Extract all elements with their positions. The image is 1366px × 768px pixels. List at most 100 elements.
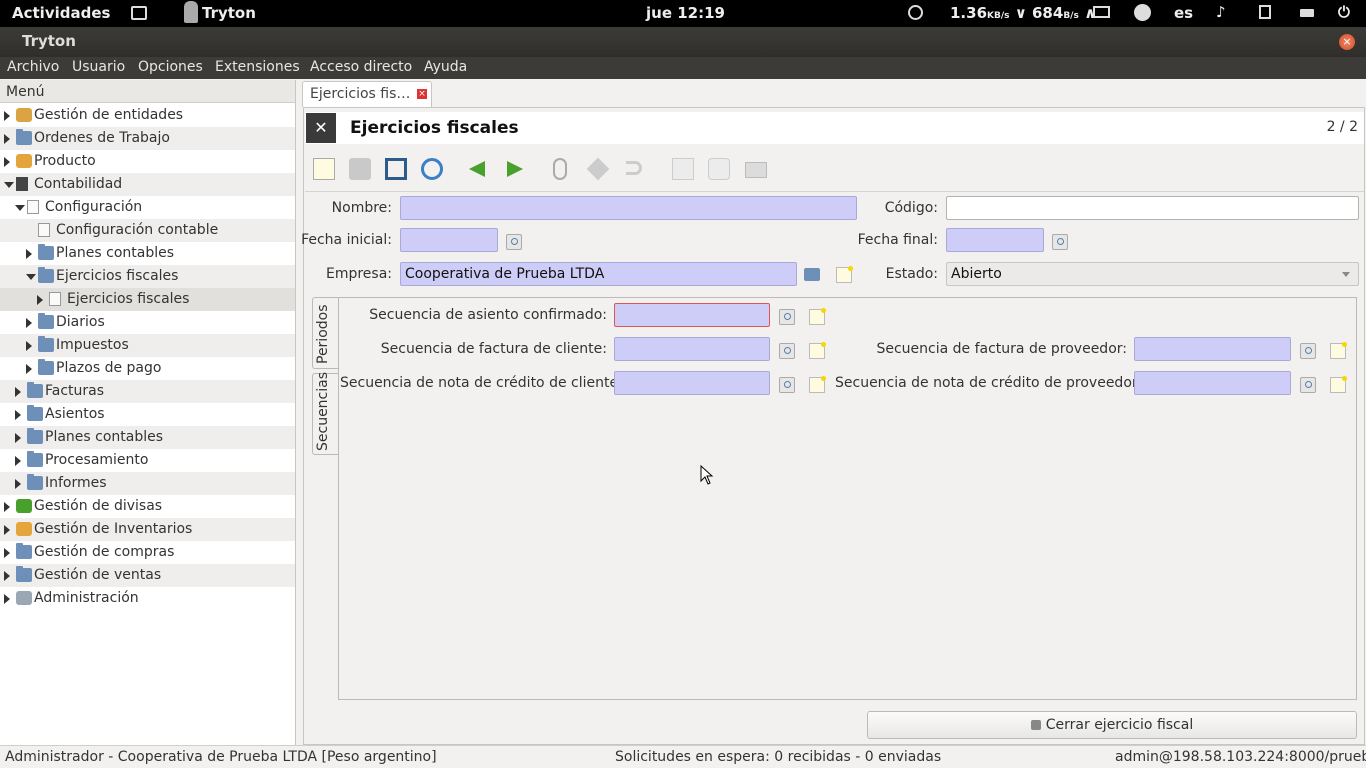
search-icon[interactable] — [779, 309, 795, 325]
timer-icon[interactable] — [908, 5, 923, 20]
new-record-icon[interactable] — [313, 158, 335, 180]
expand-down-icon[interactable] — [15, 205, 25, 211]
new-document-icon[interactable] — [836, 266, 853, 283]
seq-nc-cliente-input[interactable] — [614, 371, 770, 395]
expand-right-icon[interactable] — [4, 594, 10, 604]
fecha-final-input[interactable] — [946, 228, 1044, 252]
expand-down-icon[interactable] — [4, 182, 14, 188]
sidebar-item[interactable]: Ejercicios fiscales — [0, 265, 295, 288]
sidebar-item[interactable]: Configuración — [0, 196, 295, 219]
expand-right-icon[interactable] — [26, 249, 32, 259]
expand-right-icon[interactable] — [37, 295, 43, 305]
sidebar-item[interactable]: Gestión de entidades — [0, 104, 295, 127]
email-icon[interactable] — [708, 158, 730, 180]
date-picker-icon[interactable] — [506, 234, 522, 250]
sidebar-item[interactable]: Producto — [0, 150, 295, 173]
expand-right-icon[interactable] — [26, 364, 32, 374]
expand-right-icon[interactable] — [4, 134, 10, 144]
expand-right-icon[interactable] — [15, 456, 21, 466]
net-down-value[interactable]: 1.36KB/s ∨ — [950, 4, 1027, 22]
save-icon[interactable] — [349, 158, 371, 180]
sidebar-item[interactable]: Planes contables — [0, 426, 295, 449]
volume-icon[interactable]: ♪ — [1216, 3, 1226, 21]
date-picker-icon[interactable] — [1052, 234, 1068, 250]
image-icon[interactable] — [131, 6, 147, 20]
tab-ejercicios-fiscales[interactable]: Ejercicios fis… × — [302, 81, 432, 107]
expand-right-icon[interactable] — [15, 479, 21, 489]
codigo-input[interactable] — [946, 196, 1359, 220]
seq-asiento-input[interactable] — [614, 303, 770, 327]
previous-icon[interactable] — [469, 161, 485, 177]
expand-right-icon[interactable] — [4, 111, 10, 121]
sidebar-item[interactable]: Gestión de ventas — [0, 564, 295, 587]
reload-icon[interactable] — [421, 158, 443, 180]
seq-factura-proveedor-input[interactable] — [1134, 337, 1291, 361]
sidebar-item[interactable]: Planes contables — [0, 242, 295, 265]
sidebar-item[interactable]: Ejercicios fiscales — [0, 288, 295, 311]
estado-select[interactable]: Abierto — [946, 262, 1359, 286]
attachment-icon[interactable] — [553, 158, 567, 180]
sidebar-item[interactable]: Gestión de compras — [0, 541, 295, 564]
search-icon[interactable] — [1300, 377, 1316, 393]
expand-right-icon[interactable] — [26, 341, 32, 351]
sidebar-item[interactable]: Facturas — [0, 380, 295, 403]
sidebar-item[interactable]: Impuestos — [0, 334, 295, 357]
switch-view-icon[interactable] — [385, 158, 407, 180]
expand-down-icon[interactable] — [26, 274, 36, 280]
seq-factura-cliente-input[interactable] — [614, 337, 770, 361]
sidebar-item[interactable]: Informes — [0, 472, 295, 495]
network-icon[interactable] — [1093, 6, 1110, 18]
new-document-icon[interactable] — [1330, 376, 1347, 393]
new-document-icon[interactable] — [809, 342, 826, 359]
search-icon[interactable] — [779, 343, 795, 359]
report-icon[interactable] — [672, 158, 694, 180]
sidebar-item[interactable]: Procesamiento — [0, 449, 295, 472]
search-icon[interactable] — [1300, 343, 1316, 359]
nombre-input[interactable] — [400, 196, 857, 220]
expand-right-icon[interactable] — [26, 318, 32, 328]
search-icon[interactable] — [779, 377, 795, 393]
sidebar-item[interactable]: Asientos — [0, 403, 295, 426]
empresa-input[interactable]: Cooperativa de Prueba LTDA — [400, 262, 797, 286]
sidebar-item[interactable]: Ordenes de Trabajo — [0, 127, 295, 150]
tab-secuencias[interactable]: Secuencias — [312, 372, 339, 455]
seq-nc-proveedor-input[interactable] — [1134, 371, 1291, 395]
relate-icon[interactable] — [626, 161, 642, 175]
power-icon[interactable]: ⏻ — [1338, 3, 1350, 21]
app-menu-label[interactable]: Tryton — [202, 4, 256, 22]
menu-acceso-directo[interactable]: Acceso directo — [310, 59, 412, 75]
expand-right-icon[interactable] — [4, 571, 10, 581]
next-icon[interactable] — [507, 161, 523, 177]
sidebar-item[interactable]: Gestión de divisas — [0, 495, 295, 518]
new-document-icon[interactable] — [1330, 342, 1347, 359]
clock[interactable]: jue 12:19 — [646, 4, 725, 22]
expand-right-icon[interactable] — [4, 502, 10, 512]
new-document-icon[interactable] — [809, 376, 826, 393]
window-titlebar[interactable]: Tryton × — [0, 27, 1366, 57]
close-fiscal-year-button[interactable]: Cerrar ejercicio fiscal — [867, 711, 1357, 739]
sidebar-item[interactable]: Contabilidad — [0, 173, 295, 196]
expand-right-icon[interactable] — [4, 525, 10, 535]
sidebar-item[interactable]: Diarios — [0, 311, 295, 334]
print-icon[interactable] — [745, 162, 767, 178]
sidebar-item[interactable]: Gestión de Inventarios — [0, 518, 295, 541]
tab-close-icon[interactable]: × — [417, 89, 427, 99]
activities-button[interactable]: Actividades — [12, 4, 110, 22]
sidebar-item[interactable]: Configuración contable — [0, 219, 295, 242]
sidebar-item[interactable]: Administración — [0, 587, 295, 610]
language-indicator[interactable]: es — [1174, 4, 1193, 22]
open-folder-icon[interactable] — [804, 268, 820, 281]
fecha-inicial-input[interactable] — [400, 228, 498, 252]
menu-extensiones[interactable]: Extensiones — [215, 59, 300, 75]
battery-icon[interactable] — [1300, 9, 1314, 17]
new-document-icon[interactable] — [809, 308, 826, 325]
net-up-value[interactable]: 684B/s ∧ — [1032, 4, 1096, 22]
menu-ayuda[interactable]: Ayuda — [424, 59, 467, 75]
accessibility-icon[interactable] — [1134, 4, 1151, 21]
expand-right-icon[interactable] — [4, 157, 10, 167]
expand-right-icon[interactable] — [15, 433, 21, 443]
menu-archivo[interactable]: Archivo — [7, 59, 59, 75]
tab-periodos[interactable]: Periodos — [312, 297, 339, 369]
expand-right-icon[interactable] — [15, 410, 21, 420]
menu-usuario[interactable]: Usuario — [72, 59, 125, 75]
